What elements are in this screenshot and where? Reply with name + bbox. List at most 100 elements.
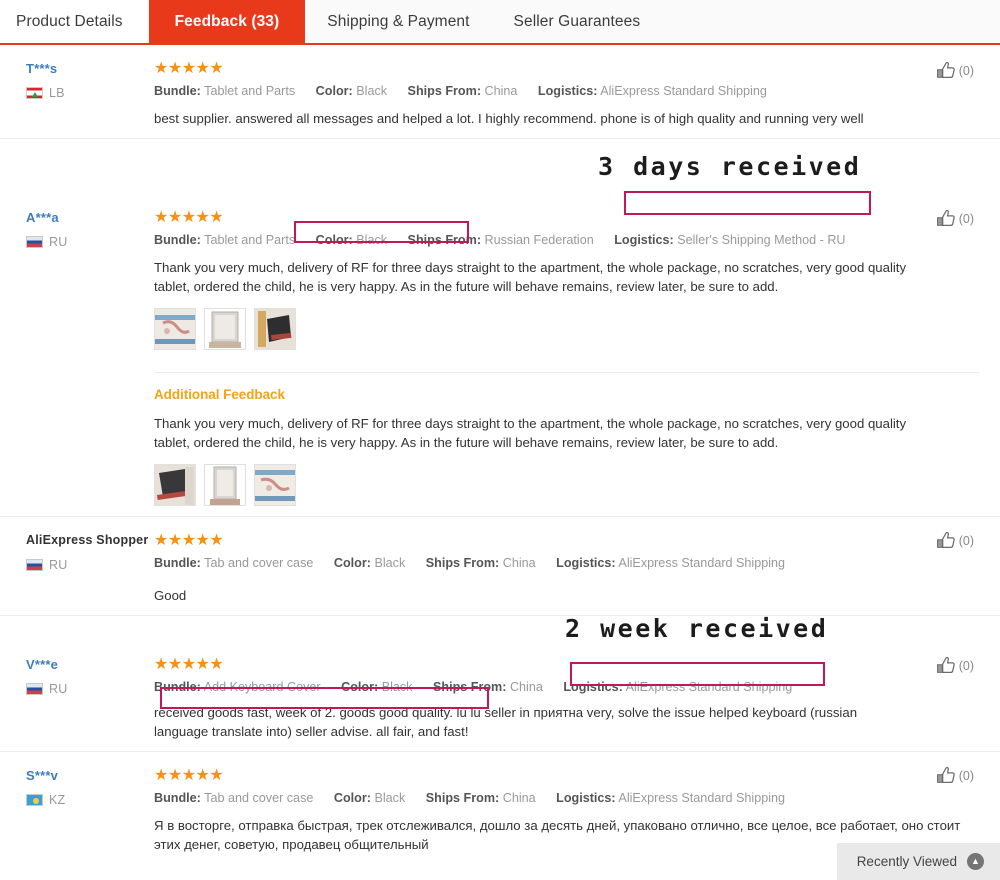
like-button[interactable]: (0) xyxy=(936,61,974,80)
attr-color-label: Color: xyxy=(333,791,371,805)
tab-feedback[interactable]: Feedback (33) xyxy=(148,0,306,43)
attr-bundle-value: Add Keyboard Cover xyxy=(203,680,321,694)
review-attributes: Bundle: Tablet and Parts Color: Black Sh… xyxy=(154,82,980,100)
attr-ships-from-label: Ships From: xyxy=(407,233,482,247)
review-photo-thumbnail[interactable] xyxy=(204,464,246,506)
annotation-label-2-week: 2 week received xyxy=(565,614,829,643)
like-count: (0) xyxy=(958,658,974,673)
attr-logistics-value: AliExpress Standard Shipping xyxy=(625,680,793,694)
star-rating: ★★★★★ xyxy=(154,768,980,784)
thumbs-up-icon xyxy=(936,531,957,550)
review-photo-thumbnail[interactable] xyxy=(254,464,296,506)
thumbs-up-icon xyxy=(936,766,957,785)
tab-seller-guarantees[interactable]: Seller Guarantees xyxy=(491,0,663,43)
country-code: LB xyxy=(49,86,65,100)
attr-color: Color: Black xyxy=(316,82,387,100)
attr-logistics: Logistics: Seller's Shipping Method - RU xyxy=(614,231,845,249)
review-photo-thumbnail[interactable] xyxy=(204,308,246,350)
attr-ships-from: Ships From: China xyxy=(408,82,518,100)
country-code: RU xyxy=(49,682,68,696)
review-attributes: Bundle: Tab and cover case Color: Black … xyxy=(154,789,980,807)
attr-logistics-label: Logistics: xyxy=(556,791,616,805)
attr-color-value: Black xyxy=(374,556,406,570)
review-photo-thumbnail[interactable] xyxy=(154,464,196,506)
attr-logistics: Logistics: AliExpress Standard Shipping xyxy=(538,82,767,100)
tab-shipping-payment[interactable]: Shipping & Payment xyxy=(305,0,492,43)
tab-product-details[interactable]: Product Details xyxy=(0,0,149,43)
attr-ships-from: Ships From: China xyxy=(426,554,536,572)
like-button[interactable]: (0) xyxy=(936,209,974,228)
attr-color-value: Black xyxy=(381,680,413,694)
additional-feedback-section: Additional Feedback Thank you very much,… xyxy=(154,372,980,506)
additional-feedback-title: Additional Feedback xyxy=(154,387,285,402)
attr-logistics-label: Logistics: xyxy=(556,556,616,570)
attr-ships-from-value: China xyxy=(502,791,536,805)
review-photos xyxy=(154,308,980,350)
reviewer-name[interactable]: S***v xyxy=(26,767,154,784)
attr-logistics-label: Logistics: xyxy=(614,233,674,247)
attr-bundle-label: Bundle: xyxy=(154,233,201,247)
like-count: (0) xyxy=(958,768,974,783)
attr-color-label: Color: xyxy=(315,84,353,98)
attr-logistics-label: Logistics: xyxy=(563,680,623,694)
attr-color-label: Color: xyxy=(341,680,379,694)
attr-color: Color: Black xyxy=(334,554,405,572)
attr-bundle: Bundle: Tablet and Parts xyxy=(154,82,295,100)
attr-bundle-value: Tablet and Parts xyxy=(204,233,296,247)
like-button[interactable]: (0) xyxy=(936,656,974,675)
feedback-page: Product Details Feedback (33) Shipping &… xyxy=(0,0,1000,880)
attr-bundle: Bundle: Tab and cover case xyxy=(154,554,313,572)
attr-logistics: Logistics: AliExpress Standard Shipping xyxy=(563,678,792,696)
attr-ships-from: Ships From: China xyxy=(433,678,543,696)
reviewer-name[interactable]: AliExpress Shopper xyxy=(26,532,154,549)
review-body: ★★★★★ Bundle: Tab and cover case Color: … xyxy=(154,529,980,605)
review-body: ★★★★★ Bundle: Tablet and Parts Color: Bl… xyxy=(154,57,980,128)
reviewer-info: AliExpress Shopper RU xyxy=(26,529,154,605)
star-rating: ★★★★★ xyxy=(154,210,980,226)
like-count: (0) xyxy=(958,211,974,226)
attr-logistics-value: AliExpress Standard Shipping xyxy=(618,791,786,805)
reviewer-info: S***v KZ xyxy=(26,764,154,854)
country-code: RU xyxy=(49,558,68,572)
additional-feedback-text: Thank you very much, delivery of RF for … xyxy=(154,416,907,450)
reviewer-info: V***e RU xyxy=(26,628,154,741)
reviewer-info: T***s LB xyxy=(26,57,154,128)
annotation-label-3-days: 3 days received xyxy=(598,152,862,181)
attr-ships-from-value: China xyxy=(484,84,518,98)
kz-flag-icon xyxy=(26,794,43,806)
reviewer-info: A***a RU xyxy=(26,151,154,506)
chevron-up-icon[interactable]: ▲ xyxy=(967,853,984,870)
review-attributes: Bundle: Tablet and Parts Color: Black Sh… xyxy=(154,231,980,249)
star-glyphs: ★★★★★ xyxy=(154,532,224,549)
like-button[interactable]: (0) xyxy=(936,531,974,550)
ru-flag-icon xyxy=(26,559,43,571)
review-text: Good xyxy=(154,588,187,603)
review-photo-thumbnail[interactable] xyxy=(254,308,296,350)
review-body: ★★★★★ Bundle: Tablet and Parts Color: Bl… xyxy=(154,151,980,506)
thumbs-up-icon xyxy=(936,61,957,80)
recently-viewed-button[interactable]: Recently Viewed ▲ xyxy=(836,843,1000,880)
attr-logistics-value: AliExpress Standard Shipping xyxy=(600,84,767,98)
attr-color: Color: Black xyxy=(316,231,387,249)
review-photo-thumbnail[interactable] xyxy=(154,308,196,350)
review-item: V***e RU ★★★★★ Bundle: Add Keyboard Cove… xyxy=(0,616,1000,752)
review-body: ★★★★★ Bundle: Tab and cover case Color: … xyxy=(154,764,980,854)
reviewer-name[interactable]: T***s xyxy=(26,60,154,77)
review-attributes: Bundle: Tab and cover case Color: Black … xyxy=(154,554,980,572)
reviewer-country: LB xyxy=(26,86,154,100)
like-button[interactable]: (0) xyxy=(936,766,974,785)
reviewer-name[interactable]: V***e xyxy=(26,656,154,673)
country-code: KZ xyxy=(49,793,66,807)
attr-bundle-value: Tab and cover case xyxy=(204,556,314,570)
reviewer-country: KZ xyxy=(26,793,154,807)
attr-bundle: Bundle: Add Keyboard Cover xyxy=(154,678,321,696)
star-rating: ★★★★★ xyxy=(154,657,980,673)
star-rating: ★★★★★ xyxy=(154,61,980,77)
reviewer-name[interactable]: A***a xyxy=(26,209,154,226)
star-glyphs: ★★★★★ xyxy=(154,209,224,226)
attr-ships-from-label: Ships From: xyxy=(425,791,500,805)
attr-ships-from: Ships From: Russian Federation xyxy=(408,231,594,249)
review-text: received goods fast, week of 2. goods go… xyxy=(154,705,858,739)
attr-logistics: Logistics: AliExpress Standard Shipping xyxy=(556,554,785,572)
attr-logistics-value: AliExpress Standard Shipping xyxy=(618,556,786,570)
